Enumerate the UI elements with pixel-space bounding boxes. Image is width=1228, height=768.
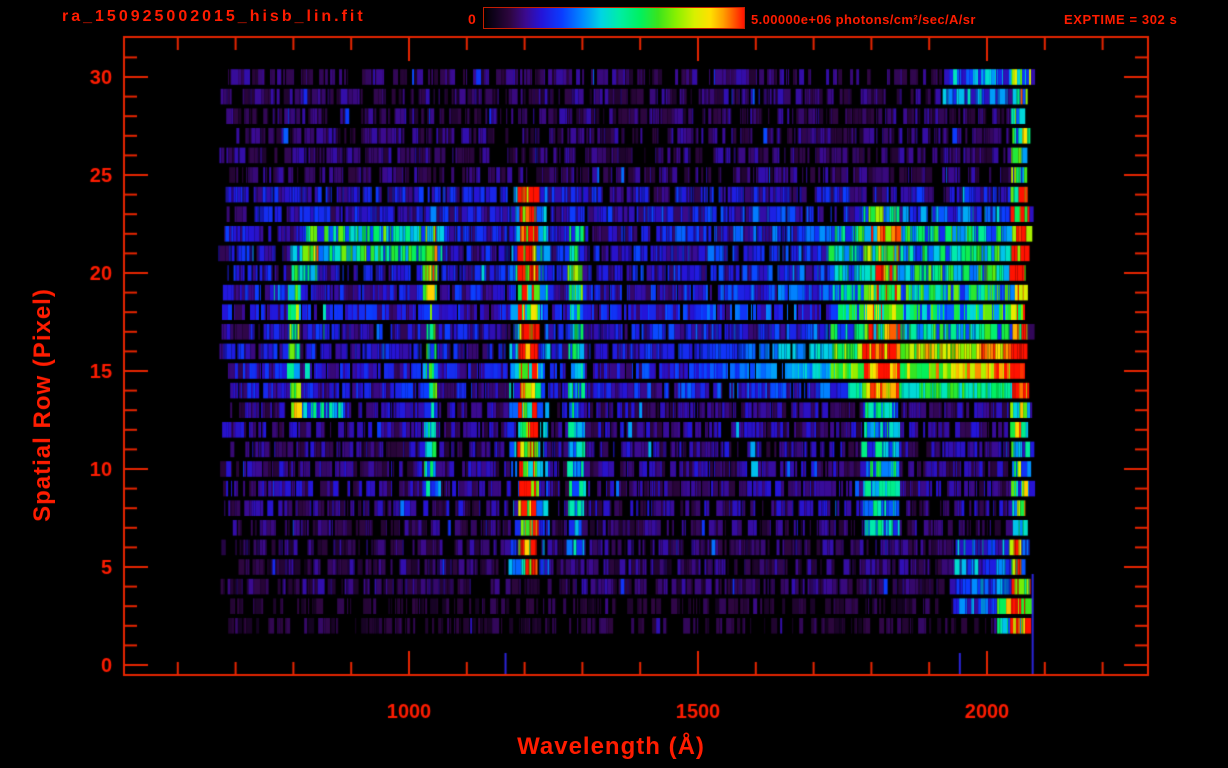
colorbar-gradient [483, 7, 745, 29]
x-axis-title: Wavelength (Å) [517, 733, 705, 760]
y-axis-title: Spatial Row (Pixel) [29, 288, 56, 522]
exposure-time-label: EXPTIME = 302 s [1064, 12, 1178, 27]
spectral-heatmap-canvas [0, 0, 1228, 768]
fits-filename-title: ra_150925002015_hisb_lin.fit [62, 8, 366, 25]
fits-viewer-window: ra_150925002015_hisb_lin.fit 0 5.00000e+… [0, 0, 1228, 768]
colorbar-min-label: 0 [468, 11, 476, 27]
colorbar-max-label: 5.00000e+06 photons/cm²/sec/A/sr [751, 12, 976, 27]
